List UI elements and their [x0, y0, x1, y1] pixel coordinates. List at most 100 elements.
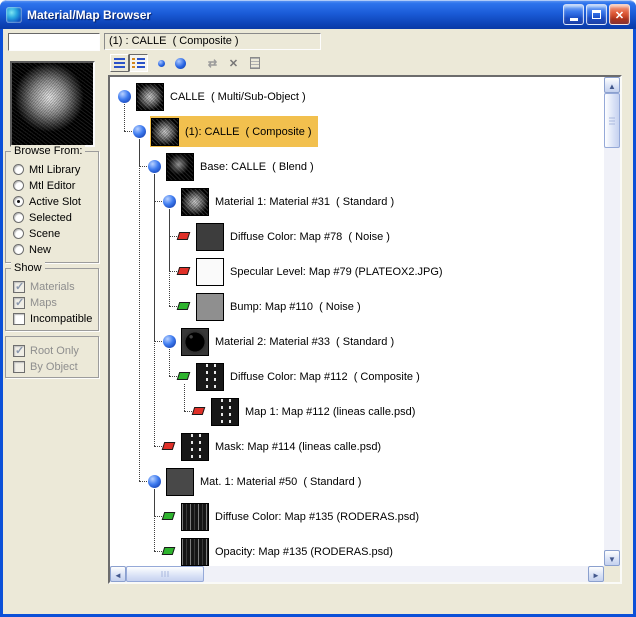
tree-row[interactable]: (1): CALLE ( Composite ) [110, 115, 604, 148]
checkbox-label: Maps [30, 296, 57, 309]
radio-icon [13, 228, 24, 239]
map-enabled-icon [161, 547, 176, 555]
delete-from-library-button [224, 54, 243, 72]
tree-row[interactable]: Diffuse Color: Map #112 ( Composite ) [110, 360, 604, 393]
tree-item-label: Diffuse Color: Map #78 ( Noise ) [230, 230, 390, 243]
minimize-button[interactable] [563, 4, 584, 25]
scroll-up-button[interactable] [604, 77, 620, 93]
tree-row[interactable]: Opacity: Map #135 (RODERAS.psd) [110, 535, 604, 566]
scroll-down-button[interactable] [604, 550, 620, 566]
tree-row-body: Opacity: Map #135 (RODERAS.psd) [180, 536, 399, 566]
radio-label: Mtl Library [29, 163, 81, 176]
tree-row[interactable]: Material 2: Material #33 ( Standard ) [110, 325, 604, 358]
tree-row[interactable]: Mat. 1: Material #50 ( Standard ) [110, 465, 604, 498]
tree-row-body: Map 1: Map #112 (lineas calle.psd) [210, 396, 421, 427]
map-enabled-icon [161, 512, 176, 520]
titlebar[interactable]: Material/Map Browser [0, 0, 636, 29]
close-button[interactable] [609, 4, 630, 25]
radio-icon [13, 196, 24, 207]
tree-item-label: Specular Level: Map #79 (PLATEOX2.JPG) [230, 265, 443, 278]
tree-row[interactable]: Bump: Map #110 ( Noise ) [110, 290, 604, 323]
radio-label: Scene [29, 227, 61, 240]
vertical-scroll-thumb[interactable] [604, 93, 620, 148]
view-list-plus-icons-button[interactable] [129, 54, 148, 72]
tree-row-body: Specular Level: Map #79 (PLATEOX2.JPG) [195, 256, 449, 287]
checkbox-icon [13, 344, 25, 357]
material-tree: CALLE ( Multi/Sub-Object ) (1): CALLE ( C… [110, 77, 604, 566]
browse-from-option-mtl-editor[interactable]: Mtl Editor [13, 178, 75, 193]
scroll-left-button[interactable] [110, 566, 126, 582]
vertical-scrollbar[interactable] [604, 77, 620, 566]
window-controls [563, 4, 630, 25]
tree-row[interactable]: Diffuse Color: Map #78 ( Noise ) [110, 220, 604, 253]
browse-from-group: Browse From: Mtl Library Mtl Editor Active… [5, 145, 99, 263]
selection-path-label: (1) : CALLE ( Composite ) [104, 33, 321, 50]
material-sphere-icon [163, 335, 176, 348]
view-small-icons-button[interactable] [152, 54, 171, 72]
radio-icon [13, 244, 24, 255]
checkbox-icon [13, 296, 25, 309]
tree-row[interactable]: Specular Level: Map #79 (PLATEOX2.JPG) [110, 255, 604, 288]
radio-icon [13, 212, 24, 223]
browse-from-option-scene[interactable]: Scene [13, 226, 60, 241]
tree-row[interactable]: Diffuse Color: Map #135 (RODERAS.psd) [110, 500, 604, 533]
checkbox-incompatible[interactable]: Incompatible [13, 311, 92, 326]
tree-item-label: Material 1: Material #31 ( Standard ) [215, 195, 395, 208]
tree-row[interactable]: Map 1: Map #112 (lineas calle.psd) [110, 395, 604, 428]
material-map-list: CALLE ( Multi/Sub-Object ) (1): CALLE ( C… [108, 75, 622, 584]
material-thumbnail [181, 537, 209, 566]
tree-item-label: (1): CALLE ( Composite ) [185, 125, 312, 138]
radio-label: Selected [29, 211, 72, 224]
browse-from-option-mtl-library[interactable]: Mtl Library [13, 162, 80, 177]
browse-from-option-selected[interactable]: Selected [13, 210, 72, 225]
checkbox-icon [13, 280, 25, 293]
map-disabled-icon [161, 442, 176, 450]
radio-icon [13, 164, 24, 175]
delete-x-icon [229, 54, 238, 72]
file-group: Root Only By Object [5, 336, 99, 378]
browse-from-options: Mtl Library Mtl Editor Active Slot Selected… [6, 162, 98, 262]
material-sphere-icon [133, 125, 146, 138]
scroll-right-button[interactable] [588, 566, 604, 582]
tree-row-body: (1): CALLE ( Composite ) [150, 116, 318, 147]
clear-library-button [245, 54, 264, 72]
tree-row[interactable]: Mask: Map #114 (lineas calle.psd) [110, 430, 604, 463]
browse-from-option-new[interactable]: New [13, 242, 51, 257]
checkbox-label: Root Only [30, 344, 79, 357]
tree-item-label: CALLE ( Multi/Sub-Object ) [170, 90, 306, 103]
material-thumbnail [181, 187, 209, 216]
update-scene-materials-button [203, 54, 222, 72]
radio-label: Active Slot [29, 195, 81, 208]
list-icon [114, 58, 125, 68]
map-enabled-icon [176, 302, 191, 310]
map-disabled-icon [176, 267, 191, 275]
material-sphere-icon [118, 90, 131, 103]
show-options: Materials Maps Incompatible [6, 279, 98, 330]
horizontal-scrollbar[interactable] [110, 566, 604, 582]
maximize-icon [592, 10, 601, 19]
list-plus-icons-icon [132, 58, 145, 68]
tree-row[interactable]: CALLE ( Multi/Sub-Object ) [110, 80, 604, 113]
material-name-input[interactable] [8, 33, 100, 51]
map-disabled-icon [191, 407, 206, 415]
tree-row[interactable]: Base: CALLE ( Blend ) [110, 150, 604, 183]
map-disabled-icon [176, 232, 191, 240]
arrow-down-icon [608, 549, 616, 567]
maximize-button[interactable] [586, 4, 607, 25]
checkbox-icon [13, 360, 25, 373]
tree-item-label: Opacity: Map #135 (RODERAS.psd) [215, 545, 393, 558]
horizontal-scroll-thumb[interactable] [126, 566, 204, 582]
browser-toolbar [110, 54, 530, 73]
minimize-icon [569, 18, 578, 21]
arrow-left-icon [114, 565, 122, 583]
window-title: Material/Map Browser [27, 7, 152, 22]
view-list-button[interactable] [110, 54, 129, 72]
material-thumbnail [181, 327, 209, 356]
tree-item-label: Diffuse Color: Map #112 ( Composite ) [230, 370, 420, 383]
tree-item-label: Bump: Map #110 ( Noise ) [230, 300, 361, 313]
tree-row[interactable]: Material 1: Material #31 ( Standard ) [110, 185, 604, 218]
view-large-icons-button[interactable] [171, 54, 190, 72]
small-sphere-icon [158, 59, 165, 67]
browse-from-option-active-slot[interactable]: Active Slot [13, 194, 81, 209]
tree-item-label: Map 1: Map #112 (lineas calle.psd) [245, 405, 416, 418]
